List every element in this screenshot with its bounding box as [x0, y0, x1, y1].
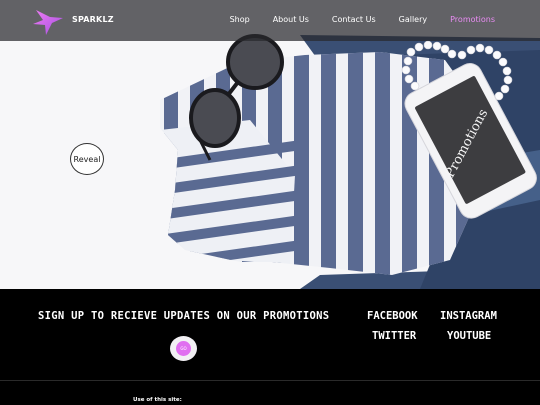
sparkle-logo-icon[interactable] [30, 4, 66, 38]
nav-link-about-us[interactable]: About Us [273, 15, 309, 24]
top-navigation: SPARKLZ Shop About Us Contact Us Gallery… [0, 0, 540, 41]
nav-menu: Shop About Us Contact Us Gallery Promoti… [230, 15, 495, 24]
nav-link-gallery[interactable]: Gallery [399, 15, 428, 24]
signup-heading: SIGN UP TO RECIEVE UPDATES ON OUR PROMOT… [38, 310, 330, 322]
instagram-link[interactable]: INSTAGRAM [440, 310, 497, 322]
subscribe-button-label: GO [176, 341, 191, 356]
youtube-link[interactable]: YOUTUBE [447, 330, 491, 342]
footer-divider [0, 380, 540, 381]
brand-name[interactable]: SPARKLZ [72, 15, 114, 24]
twitter-link[interactable]: TWITTER [372, 330, 416, 342]
reveal-button[interactable]: Reveal [70, 143, 104, 175]
hero-banner: Promotions Reveal [0, 0, 540, 289]
footer: SIGN UP TO RECIEVE UPDATES ON OUR PROMOT… [0, 289, 540, 405]
nav-link-shop[interactable]: Shop [230, 15, 250, 24]
subscribe-button[interactable]: GO [170, 336, 197, 361]
use-of-site-label: Use of this site: [133, 397, 182, 403]
facebook-link[interactable]: FACEBOOK [367, 310, 418, 322]
nav-link-contact-us[interactable]: Contact Us [332, 15, 376, 24]
nav-link-promotions[interactable]: Promotions [450, 15, 495, 24]
